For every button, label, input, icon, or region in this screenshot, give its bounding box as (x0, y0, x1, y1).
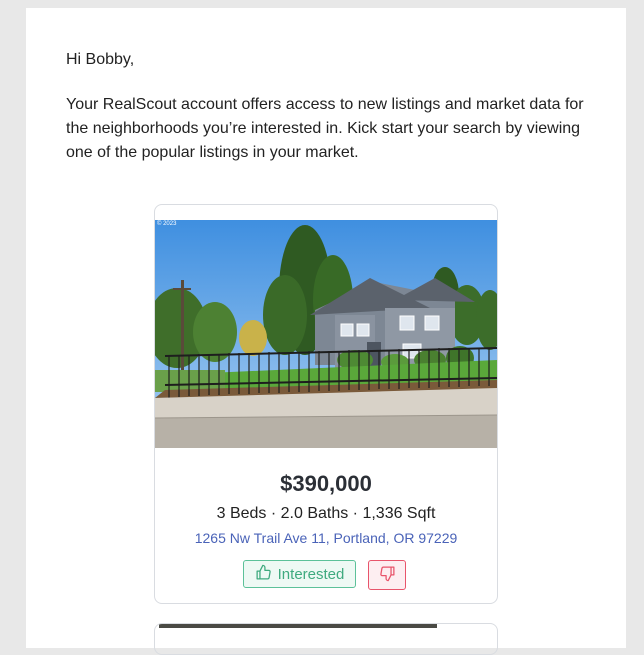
thumbs-down-icon (379, 565, 396, 585)
listing-actions: Interested (243, 560, 406, 590)
email-body: Hi Bobby, Your RealScout account offers … (26, 8, 626, 655)
next-listing-card[interactable] (154, 623, 498, 655)
intro-paragraph: Your RealScout account offers access to … (66, 96, 584, 161)
thumbs-up-icon (255, 564, 272, 585)
listing-price: $390,000 (280, 471, 372, 496)
listing-address-link[interactable]: 1265 Nw Trail Ave 11, Portland, OR 97229 (155, 530, 497, 546)
interested-button[interactable]: Interested (243, 560, 356, 588)
listing-card[interactable]: © 2023 $390,000 3 Beds · 2.0 Baths · 1,3… (154, 204, 498, 604)
next-listing-photo (159, 624, 437, 628)
interested-label: Interested (277, 565, 345, 583)
listing-photo[interactable] (155, 220, 497, 448)
photo-copyright: © 2023 (157, 221, 177, 227)
dislike-button[interactable] (368, 560, 406, 590)
greeting-text: Hi Bobby, (66, 51, 135, 68)
listing-specs: 3 Beds · 2.0 Baths · 1,336 Sqft (216, 505, 436, 522)
